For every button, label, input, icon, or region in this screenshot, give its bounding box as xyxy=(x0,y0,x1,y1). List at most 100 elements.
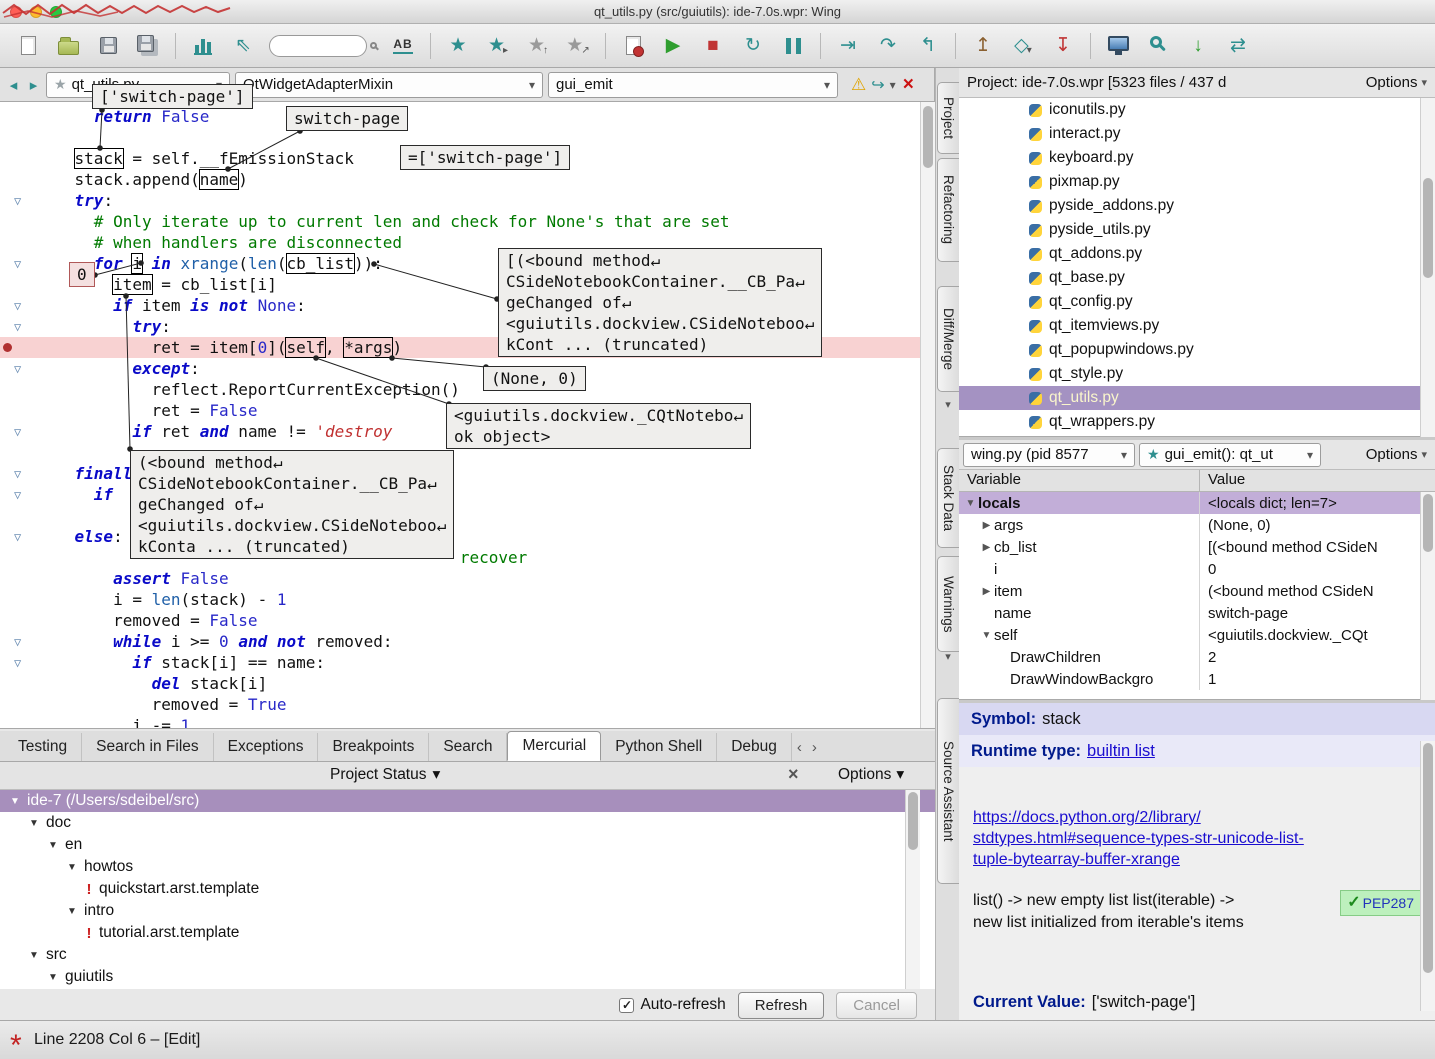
project-file-row[interactable]: qt_addons.py xyxy=(959,242,1420,266)
chevron-down-icon[interactable]: ▾ xyxy=(890,78,896,92)
code-line[interactable]: ▽ if ret and name != 'destroy xyxy=(0,421,920,442)
spellcheck-button[interactable]: AB xyxy=(385,28,421,64)
editor-scrollbar[interactable] xyxy=(920,102,935,728)
code-area[interactable]: return False stack = self.__fEmissionSta… xyxy=(0,102,920,728)
code-line[interactable]: ret = False xyxy=(0,400,920,421)
nav-back-button[interactable]: ◂ xyxy=(6,76,21,94)
debug-file-button[interactable] xyxy=(615,28,651,64)
tab-testing[interactable]: Testing xyxy=(4,733,83,761)
scrollbar-thumb[interactable] xyxy=(1423,743,1433,973)
tab-warnings[interactable]: Warnings xyxy=(937,556,959,652)
project-file-row[interactable]: qt_utils.py xyxy=(959,386,1420,410)
fold-icon[interactable]: ▽ xyxy=(14,359,21,380)
tree-expanded-icon[interactable]: ▼ xyxy=(46,972,60,983)
expand-icon[interactable]: ▶ xyxy=(979,586,994,597)
toolbar-search-input[interactable] xyxy=(269,34,367,57)
debug-stop-button[interactable]: ■ xyxy=(695,28,731,64)
tree-folder-row[interactable]: ▼ en xyxy=(0,834,935,856)
goto-selected-button[interactable]: ↓ xyxy=(1180,28,1216,64)
frame-down-button[interactable]: ↧ xyxy=(1045,28,1081,64)
close-panel-icon[interactable]: × xyxy=(788,764,799,785)
overflow-down-icon[interactable]: ▾ xyxy=(941,650,955,663)
fold-icon[interactable]: ▽ xyxy=(14,527,21,548)
expand-icon[interactable]: ▶ xyxy=(979,520,994,531)
stack-options-menu[interactable]: Options ▾ xyxy=(1366,446,1431,463)
tab-diff-merge[interactable]: Diff/Merge xyxy=(937,286,959,392)
mercurial-options-menu[interactable]: Options ▾ xyxy=(838,765,904,784)
code-line[interactable]: assert False xyxy=(0,568,920,589)
stack-variable-row[interactable]: DrawChildren 2 xyxy=(959,646,1435,668)
code-line[interactable]: recover xyxy=(0,547,920,568)
bookmark-list-button[interactable]: ★ ↗ xyxy=(560,28,596,64)
code-line[interactable]: return False xyxy=(0,106,920,127)
tab-breakpoints[interactable]: Breakpoints xyxy=(318,733,430,761)
project-file-row[interactable]: pyside_addons.py xyxy=(959,194,1420,218)
search-button[interactable] xyxy=(1140,28,1176,64)
bookmark-add-button[interactable]: ★ ↑ xyxy=(520,28,556,64)
cancel-button[interactable]: Cancel xyxy=(836,991,917,1019)
code-line[interactable]: removed = True xyxy=(0,694,920,715)
expand-icon[interactable]: ▶ xyxy=(979,542,994,553)
tab-scroll-right-icon[interactable]: › xyxy=(807,734,822,761)
save-all-button[interactable] xyxy=(130,28,166,64)
code-line[interactable]: ret = item[0](self, *args) xyxy=(0,337,920,358)
close-window-button[interactable] xyxy=(10,6,22,18)
tree-folder-row[interactable]: ▼ src xyxy=(0,944,935,966)
stack-scrollbar[interactable] xyxy=(1420,492,1435,700)
fold-icon[interactable]: ▽ xyxy=(14,485,21,506)
tree-expanded-icon[interactable]: ▼ xyxy=(65,862,79,873)
step-out-button[interactable]: ↰ xyxy=(910,28,946,64)
code-line[interactable] xyxy=(0,442,920,463)
frame-up-button[interactable]: ↥ xyxy=(965,28,1001,64)
assistant-scrollbar[interactable] xyxy=(1420,741,1435,1011)
fold-icon[interactable]: ▽ xyxy=(14,317,21,338)
tree-folder-row[interactable]: ▼ ide-7 (/Users/sdeibel/src) xyxy=(0,790,935,812)
mercurial-scrollbar[interactable] xyxy=(905,790,920,989)
tree-folder-row[interactable]: ▼ doc xyxy=(0,812,935,834)
tree-folder-row[interactable]: ▼ intro xyxy=(0,900,935,922)
symbol-menu[interactable]: gui_emit ▾ xyxy=(548,71,838,98)
tab-mercurial[interactable]: Mercurial xyxy=(507,731,602,761)
expand-icon[interactable]: ▼ xyxy=(979,630,994,641)
refresh-button[interactable]: Refresh xyxy=(737,991,825,1019)
code-line[interactable]: stack = self.__fEmissionStack xyxy=(0,148,920,169)
value-column-header[interactable]: Value xyxy=(1199,470,1435,491)
tab-search[interactable]: Search xyxy=(429,733,508,761)
scrollbar-thumb[interactable] xyxy=(908,792,918,850)
documentation-link[interactable]: https://docs.python.org/2/library/ stdty… xyxy=(973,807,1393,870)
tree-folder-row[interactable]: ▼ howtos xyxy=(0,856,935,878)
code-line[interactable]: ▽ for i in xrange(len(cb_list)): xyxy=(0,253,920,274)
code-line[interactable]: ▽ while i >= 0 and not removed: xyxy=(0,631,920,652)
breakpoint-icon[interactable] xyxy=(3,343,12,352)
project-file-row[interactable]: qt_base.py xyxy=(959,266,1420,290)
code-line[interactable]: del stack[i] xyxy=(0,673,920,694)
project-file-row[interactable]: qt_wrappers.py xyxy=(959,410,1420,434)
bookmark-goto-button[interactable]: ★ ▸ xyxy=(480,28,516,64)
project-file-row[interactable]: pyside_utils.py xyxy=(959,218,1420,242)
scrollbar-thumb[interactable] xyxy=(1423,494,1433,552)
code-line[interactable]: # Only iterate up to current len and che… xyxy=(0,211,920,232)
runtime-type-link[interactable]: builtin list xyxy=(1087,742,1155,761)
class-menu[interactable]: QtWidgetAdapterMixin ▾ xyxy=(235,71,543,98)
tree-expanded-icon[interactable]: ▼ xyxy=(8,796,22,807)
close-editor-icon[interactable]: × xyxy=(903,74,914,96)
code-line[interactable]: reflect.ReportCurrentException() xyxy=(0,379,920,400)
code-line[interactable]: # when handlers are disconnected xyxy=(0,232,920,253)
profile-button[interactable] xyxy=(185,28,221,64)
project-file-row[interactable]: qt_itemviews.py xyxy=(959,314,1420,338)
tree-expanded-icon[interactable]: ▼ xyxy=(65,906,79,917)
presentation-button[interactable] xyxy=(1100,28,1136,64)
stack-variable-row[interactable]: ▶ args (None, 0) xyxy=(959,514,1435,536)
tree-file-row[interactable]: ! tutorial.arst.template xyxy=(0,922,935,944)
code-line[interactable]: ▽ if stack[i] == name: xyxy=(0,652,920,673)
debug-pause-button[interactable] xyxy=(775,28,811,64)
project-scrollbar[interactable] xyxy=(1420,98,1435,437)
stack-variable-row[interactable]: DrawWindowBackgro 1 xyxy=(959,668,1435,690)
stack-variable-row[interactable]: ▶ cb_list [(<bound method CSideN xyxy=(959,536,1435,558)
fold-icon[interactable]: ▽ xyxy=(14,632,21,653)
code-line[interactable]: ▽ try: xyxy=(0,190,920,211)
tab-project[interactable]: Project xyxy=(937,82,959,154)
code-line[interactable]: ▽ finally: xyxy=(0,463,920,484)
stack-variable-row[interactable]: i0 xyxy=(959,558,1435,580)
project-file-row[interactable]: qt_config.py xyxy=(959,290,1420,314)
